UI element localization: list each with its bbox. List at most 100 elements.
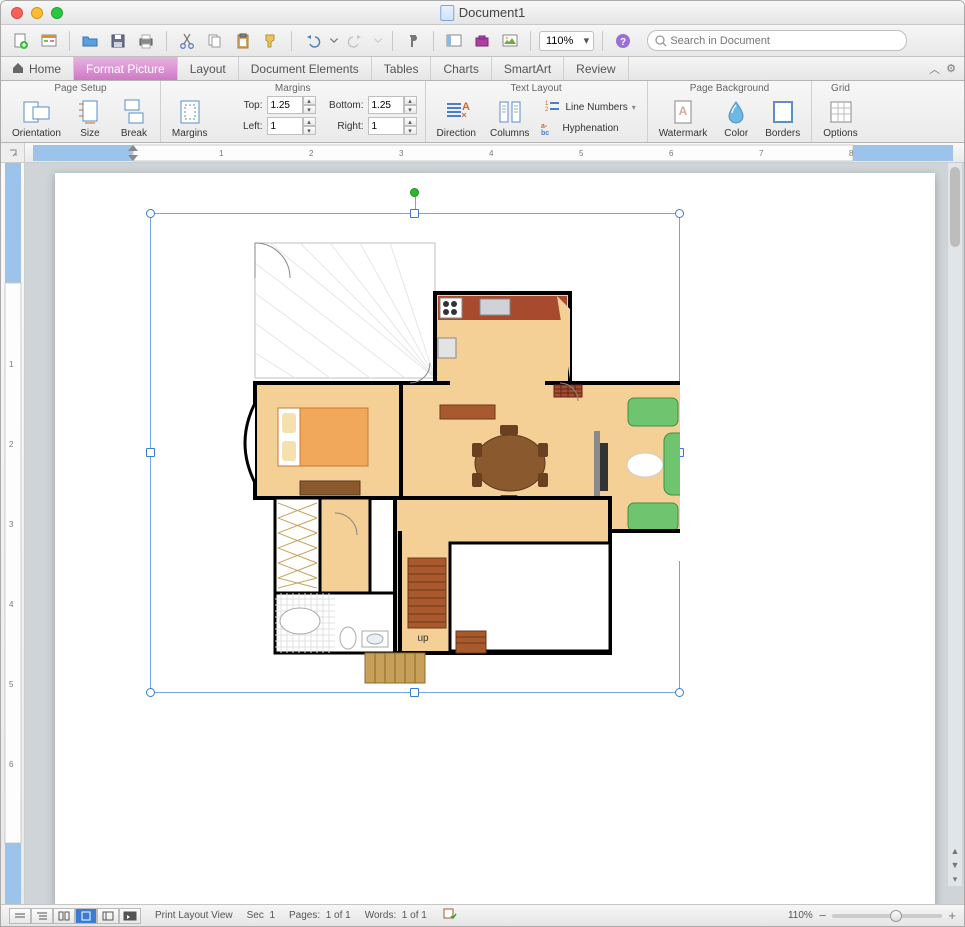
svg-text:bc: bc (541, 130, 549, 136)
tab-layout[interactable]: Layout (178, 57, 239, 80)
undo-dropdown[interactable] (328, 29, 340, 53)
margins-button[interactable]: Margins (169, 96, 211, 141)
search-input[interactable] (670, 35, 900, 47)
borders-button[interactable]: Borders (762, 96, 803, 141)
svg-text:8: 8 (849, 149, 854, 158)
tab-document-elements[interactable]: Document Elements (239, 57, 372, 80)
margin-bottom-input[interactable]: ▴▾ (368, 96, 417, 114)
tab-tables[interactable]: Tables (372, 57, 432, 80)
format-painter-button[interactable] (259, 29, 283, 53)
tab-smartart[interactable]: SmartArt (492, 57, 564, 80)
view-outline-button[interactable] (31, 908, 53, 924)
redo-dropdown[interactable] (372, 29, 384, 53)
view-focus-button[interactable] (119, 908, 141, 924)
paste-button[interactable] (231, 29, 255, 53)
document-icon (440, 5, 454, 21)
svg-text:7: 7 (759, 149, 764, 158)
print-button[interactable] (134, 29, 158, 53)
ribbon-collapse-controls: ︿ ⚙ (929, 57, 964, 80)
margins-fields: Top: ▴▾ Bottom: ▴▾ Left: ▴▾ Right: ▴▾ (219, 96, 417, 135)
direction-button[interactable]: A Direction (434, 96, 479, 141)
document-scroller[interactable]: up ▲ ▼ ▾ (25, 163, 964, 904)
tab-format-picture[interactable]: Format Picture (74, 57, 178, 80)
zoom-selector[interactable]: 110% ▾ (539, 31, 594, 51)
grid-options-button[interactable]: Options (820, 96, 860, 141)
copy-button[interactable] (203, 29, 227, 53)
floorplan-picture[interactable]: up (150, 213, 680, 693)
zoom-in-button[interactable]: + (948, 908, 956, 923)
chevron-up-icon[interactable]: ︿ (929, 61, 940, 77)
cut-button[interactable] (175, 29, 199, 53)
margin-left-label: Left: (219, 121, 263, 132)
tab-charts[interactable]: Charts (431, 57, 491, 80)
svg-text:2: 2 (9, 440, 14, 449)
group-page-setup: Page Setup Orientation Size Break (1, 81, 161, 142)
color-button[interactable]: Color (718, 96, 754, 141)
group-margins: Margins Margins Top: ▴▾ Bottom: ▴▾ Left: (161, 81, 426, 142)
svg-text:4: 4 (489, 149, 494, 158)
margin-top-input[interactable]: ▴▾ (267, 96, 316, 114)
view-draft-button[interactable] (9, 908, 31, 924)
zoom-slider-knob[interactable] (890, 910, 902, 922)
tab-review[interactable]: Review (564, 57, 628, 80)
undo-button[interactable] (300, 29, 324, 53)
view-publishing-button[interactable] (53, 908, 75, 924)
search-field[interactable] (647, 30, 907, 51)
size-button[interactable]: Size (72, 96, 108, 141)
minimize-window-button[interactable] (31, 7, 43, 19)
status-sec: Sec 1 (247, 910, 275, 921)
ribbon: Page Setup Orientation Size Break Margin… (1, 81, 964, 143)
hyphenation-icon: a-bc (540, 120, 558, 136)
vertical-scrollbar[interactable]: ▲ ▼ ▾ (948, 163, 962, 886)
svg-text:6: 6 (669, 149, 674, 158)
zoom-slider[interactable]: 110% − + (788, 908, 956, 923)
hyphenation-button[interactable]: a-bc Hyphenation (540, 120, 638, 136)
redo-button[interactable] (344, 29, 368, 53)
svg-text:?: ? (620, 37, 626, 48)
scroll-down-icon[interactable]: ▼ (948, 858, 962, 872)
margin-left-input[interactable]: ▴▾ (267, 117, 316, 135)
orientation-button[interactable]: Orientation (9, 96, 64, 141)
margin-bottom-label: Bottom: (320, 100, 364, 111)
scroll-page-icon[interactable]: ▾ (948, 872, 962, 886)
zoom-out-button[interactable]: − (819, 908, 827, 923)
window-title-text: Document1 (459, 5, 525, 20)
columns-button[interactable]: Columns (487, 96, 532, 141)
tab-home[interactable]: Home (5, 57, 74, 80)
gear-icon[interactable]: ⚙ (946, 62, 956, 75)
spellcheck-icon[interactable] (441, 907, 457, 924)
close-window-button[interactable] (11, 7, 23, 19)
ruler-corner[interactable] (1, 143, 25, 162)
horizontal-ruler[interactable]: 123 456 78 (25, 143, 964, 162)
zoom-slider-track[interactable] (832, 914, 942, 918)
zoom-window-button[interactable] (51, 7, 63, 19)
rotate-handle[interactable] (410, 188, 419, 197)
toolbox-button[interactable] (470, 29, 494, 53)
templates-button[interactable] (37, 29, 61, 53)
status-bar: Print Layout View Sec 1 Pages: 1 of 1 Wo… (1, 904, 964, 926)
svg-text:6: 6 (9, 760, 14, 769)
svg-text:4: 4 (9, 600, 14, 609)
window-controls (11, 7, 63, 19)
svg-text:2: 2 (309, 149, 314, 158)
show-formatting-button[interactable] (401, 29, 425, 53)
ribbon-tabs: Home Format Picture Layout Document Elem… (1, 57, 964, 81)
view-notebook-button[interactable] (97, 908, 119, 924)
new-document-button[interactable] (9, 29, 33, 53)
break-button[interactable]: Break (116, 96, 152, 141)
sidebar-toggle-button[interactable] (442, 29, 466, 53)
line-numbers-icon: 12 (543, 99, 561, 115)
scrollbar-thumb[interactable] (950, 167, 960, 247)
watermark-button[interactable]: A Watermark (656, 96, 711, 141)
chevron-down-icon: ▾ (579, 34, 593, 47)
vertical-ruler[interactable]: 123 456 (1, 163, 25, 904)
line-numbers-button[interactable]: 12 Line Numbers ▾ (540, 96, 638, 118)
view-print-layout-button[interactable] (75, 908, 97, 924)
open-button[interactable] (78, 29, 102, 53)
margin-right-input[interactable]: ▴▾ (368, 117, 417, 135)
view-name-label: Print Layout View (155, 910, 233, 921)
scroll-up-icon[interactable]: ▲ (948, 844, 962, 858)
help-button[interactable]: ? (611, 29, 635, 53)
save-button[interactable] (106, 29, 130, 53)
media-button[interactable] (498, 29, 522, 53)
